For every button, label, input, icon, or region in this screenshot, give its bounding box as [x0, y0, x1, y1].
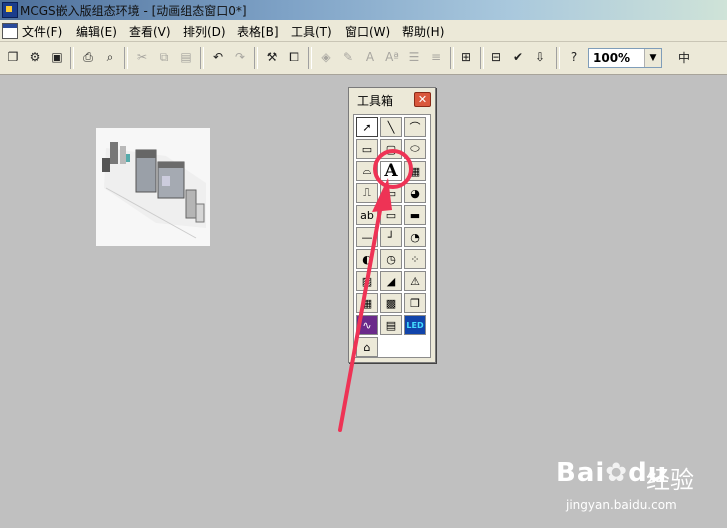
gauge-tool[interactable]: ◷ — [380, 249, 402, 269]
pie-chart-tool[interactable]: ◕ — [404, 183, 426, 203]
open-project-icon[interactable]: ⚙ — [25, 47, 45, 67]
rectangle-tool[interactable]: ▭ — [356, 139, 378, 159]
toolbar-separator — [70, 47, 74, 69]
baidu-watermark: Bai✿du 经验 jingyan.baidu.com — [556, 458, 716, 518]
window-title: MCGS嵌入版组态环境 - [动画组态窗口0*] — [20, 4, 247, 18]
toolbox-title-bar[interactable]: 工具箱 ✕ — [349, 88, 435, 110]
main-toolbar: ❐ ⚙ ▣ ⎙ ⌕ ✂ ⧉ ▤ ↶ ↷ ⚒ ⧠ ◈ ✎ A Aª ☰ ≡ ⊞ ⊟… — [0, 42, 727, 75]
equipment-illustration — [102, 142, 206, 239]
app-icon — [2, 2, 18, 18]
alarm-tool[interactable]: ⚠ — [404, 271, 426, 291]
toolbar-separator — [450, 47, 454, 69]
sub-window-tool[interactable]: ❒ — [404, 293, 426, 313]
new-window-icon[interactable]: ❐ — [3, 47, 23, 67]
chinese-input-icon[interactable]: 中 — [674, 47, 694, 67]
menu-bar: 文件(F) 编辑(E) 查看(V) 排列(D) 表格[B] 工具(T) 窗口(W… — [0, 20, 727, 42]
button-tool[interactable]: ▭ — [380, 183, 402, 203]
print-icon[interactable]: ⎙ — [78, 47, 98, 67]
round-rect-tool[interactable]: ▢ — [380, 139, 402, 159]
slider-tool[interactable]: ▬ — [404, 205, 426, 225]
menu-tools[interactable]: 工具(T) — [291, 23, 332, 40]
save-icon[interactable]: ▣ — [47, 47, 67, 67]
line-tool[interactable]: ╲ — [380, 117, 402, 137]
document-window-icon[interactable] — [2, 23, 18, 39]
toolbar-separator — [124, 47, 128, 69]
indicator-tool[interactable]: ⁘ — [404, 249, 426, 269]
step-tool[interactable]: ┘ — [380, 227, 402, 247]
close-icon[interactable]: ✕ — [414, 92, 431, 107]
menu-edit[interactable]: 编辑(E) — [76, 23, 117, 40]
led-display-tool[interactable]: LED — [404, 315, 426, 335]
download-icon[interactable]: ⇩ — [530, 47, 550, 67]
arc-tool[interactable]: ⌒ — [404, 117, 426, 137]
copy-icon[interactable]: ⧉ — [154, 47, 174, 67]
bitmap-tool[interactable]: ▦ — [404, 161, 426, 181]
input-box-tool[interactable]: ab — [356, 205, 378, 225]
check-icon[interactable]: ✔ — [508, 47, 528, 67]
toolbox-toggle-icon[interactable]: ⚒ — [262, 47, 282, 67]
layer-icon[interactable]: ⧠ — [284, 47, 304, 67]
toolbar-separator — [480, 47, 484, 69]
undo-icon[interactable]: ↶ — [208, 47, 228, 67]
pointer-tool[interactable]: ➚ — [356, 117, 378, 137]
toolbox-grid: ➚ ╲ ⌒ ▭ ▢ ⬭ ⌓ A ▦ ⎍ ▭ ◕ ab ▭ ▬ — ┘ ◔ ◐ ◷ ⁘ ▨ ◢ ⚠ ▦ ▩ ❒ ∿ ▤ LED ⌂ — [353, 114, 431, 358]
combo-box-tool[interactable]: ▭ — [380, 205, 402, 225]
animated-button-tool[interactable]: ◐ — [356, 249, 378, 269]
watermark-jingyan: 经验 — [646, 466, 694, 494]
redo-icon[interactable]: ↷ — [230, 47, 250, 67]
chevron-down-icon[interactable]: ▼ — [644, 49, 661, 67]
zoom-select[interactable]: 100% ▼ — [588, 48, 662, 68]
rotate-slider-tool[interactable]: — — [356, 227, 378, 247]
equipment-bitmap[interactable] — [96, 128, 210, 246]
menu-help[interactable]: 帮助(H) — [402, 23, 444, 40]
menu-window[interactable]: 窗口(W) — [345, 23, 390, 40]
toolbar-separator — [254, 47, 258, 69]
context-help-icon[interactable]: ? — [564, 47, 584, 67]
cut-icon[interactable]: ✂ — [132, 47, 152, 67]
properties-icon[interactable]: ⊟ — [486, 47, 506, 67]
line-color-icon[interactable]: ✎ — [338, 47, 358, 67]
curve-tool[interactable]: ◢ — [380, 271, 402, 291]
align-icon[interactable]: ⊞ — [456, 47, 476, 67]
menu-view[interactable]: 查看(V) — [129, 23, 171, 40]
table-tool[interactable]: ▦ — [356, 293, 378, 313]
font-icon[interactable]: Aª — [382, 47, 402, 67]
menu-arrange[interactable]: 排列(D) — [183, 23, 226, 40]
toolbox-panel: 工具箱 ✕ ➚ ╲ ⌒ ▭ ▢ ⬭ ⌓ A ▦ ⎍ ▭ ◕ ab ▭ ▬ — ┘ ◔ ◐ ◷ ⁘ ▨ ◢ ⚠ ▦ ▩ ❒ ∿ ▤ LED ⌂ — [348, 87, 436, 363]
toolbar-separator — [200, 47, 204, 69]
fill-color-icon[interactable]: ◈ — [316, 47, 336, 67]
paste-icon[interactable]: ▤ — [176, 47, 196, 67]
ellipse-tool[interactable]: ⬭ — [404, 139, 426, 159]
grid-table-tool[interactable]: ▩ — [380, 293, 402, 313]
flow-pipe-tool[interactable]: ⎍ — [356, 183, 378, 203]
menu-table[interactable]: 表格[B] — [237, 23, 279, 40]
line-style-icon[interactable]: ☰ — [404, 47, 424, 67]
menu-file[interactable]: 文件(F) — [22, 23, 62, 40]
toolbar-separator — [308, 47, 312, 69]
print-preview-icon[interactable]: ⌕ — [100, 47, 120, 67]
watermark-url: jingyan.baidu.com — [566, 498, 677, 512]
toolbox-title: 工具箱 — [357, 94, 394, 108]
zoom-value: 100% — [593, 51, 631, 65]
symbol-library-tool[interactable]: ⌂ — [356, 337, 378, 357]
rotation-tool[interactable]: ◔ — [404, 227, 426, 247]
line-width-icon[interactable]: ≡ — [426, 47, 446, 67]
report-tool[interactable]: ▤ — [380, 315, 402, 335]
trend-tool[interactable]: ▨ — [356, 271, 378, 291]
toolbar-separator — [556, 47, 560, 69]
polyline-tool[interactable]: ⌓ — [356, 161, 378, 181]
real-time-curve-tool[interactable]: ∿ — [356, 315, 378, 335]
font-color-icon[interactable]: A — [360, 47, 380, 67]
title-bar: MCGS嵌入版组态环境 - [动画组态窗口0*] — [0, 0, 727, 20]
label-tool[interactable]: A — [380, 161, 402, 181]
